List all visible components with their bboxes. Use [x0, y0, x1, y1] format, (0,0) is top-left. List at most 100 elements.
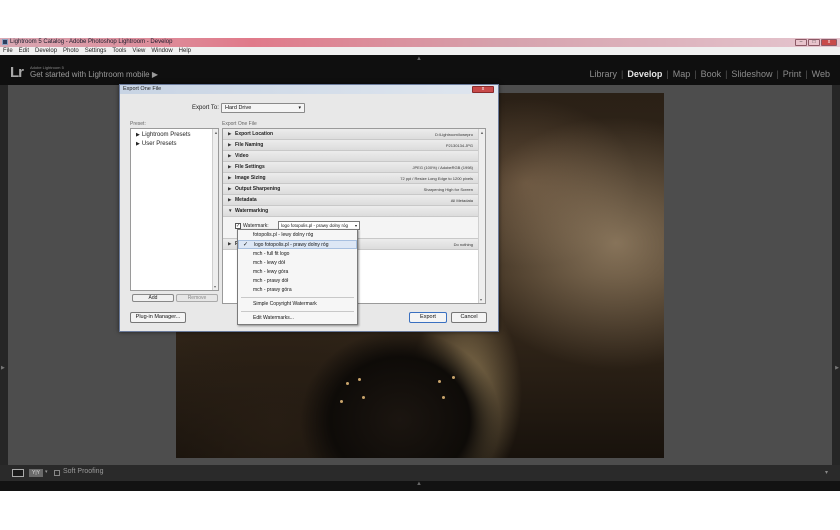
- window-title-bar: Lightroom 5 Catalog - Adobe Photoshop Li…: [0, 38, 840, 47]
- window-title: Lightroom 5 Catalog - Adobe Photoshop Li…: [10, 39, 173, 45]
- plugin-manager-button[interactable]: Plug-in Manager...: [130, 312, 186, 323]
- menu-edit[interactable]: Edit: [19, 47, 29, 55]
- section-name: Metadata: [235, 197, 257, 203]
- view-options-dropdown-icon[interactable]: ▾: [45, 469, 48, 475]
- maximize-button[interactable]: □: [808, 39, 820, 46]
- section-summary: 72 ppi / Resize Long Edge to 1200 pixels: [400, 176, 473, 181]
- section-file-naming[interactable]: ▶ File Naming P2130134.JPG: [223, 140, 479, 151]
- soft-proofing-checkbox[interactable]: [54, 470, 60, 476]
- before-after-view-button[interactable]: Y|Y: [29, 469, 43, 477]
- module-library[interactable]: Library: [585, 69, 621, 79]
- menu-item-logo-fotopolis-prawy-dolny[interactable]: ✓ logo fotopolis.pl - prawy dolny róg: [238, 240, 357, 249]
- module-develop[interactable]: Develop: [623, 69, 666, 79]
- expand-triangle-icon: ▶: [136, 141, 140, 147]
- section-image-sizing[interactable]: ▶ Image Sizing 72 ppi / Resize Long Edge…: [223, 173, 479, 184]
- photo-subject-jacket: [300, 330, 500, 458]
- scroll-up-icon[interactable]: ▲: [480, 130, 484, 135]
- section-export-location[interactable]: ▶ Export Location D:\Lightroom\lowepro: [223, 129, 479, 140]
- module-slideshow[interactable]: Slideshow: [727, 69, 776, 79]
- menu-item-mch-lewy-gora[interactable]: mch - lewy góra: [238, 268, 357, 277]
- preset-scrollbar[interactable]: ▲ ▾: [212, 129, 218, 290]
- collapse-triangle-icon: ▼: [228, 208, 233, 213]
- module-map[interactable]: Map: [669, 69, 695, 79]
- menu-view[interactable]: View: [132, 47, 145, 55]
- expand-triangle-icon: ▶: [228, 186, 232, 191]
- toolbar-menu-icon[interactable]: ▾: [825, 469, 828, 476]
- play-arrow-icon: ▶: [151, 70, 158, 79]
- menu-help[interactable]: Help: [179, 47, 191, 55]
- photo-bead: [452, 376, 455, 379]
- section-summary: D:\Lightroom\lowepro: [434, 132, 473, 137]
- identity-plate-panel: ▲ Lr Adobe Lightroom 5 Get started with …: [0, 55, 840, 85]
- filmstrip-collapsed[interactable]: ▲: [0, 481, 840, 491]
- expand-right-panel-icon[interactable]: ▶: [835, 365, 839, 371]
- expand-triangle-icon: ▶: [228, 241, 232, 246]
- dialog-title-bar: Export One File x: [120, 85, 498, 94]
- section-name: Watermarking: [235, 208, 269, 214]
- menu-develop[interactable]: Develop: [35, 47, 57, 55]
- menu-settings[interactable]: Settings: [85, 47, 107, 55]
- scroll-down-icon[interactable]: ▾: [214, 284, 216, 289]
- section-metadata[interactable]: ▶ Metadata All Metadata: [223, 195, 479, 206]
- close-window-button[interactable]: x: [821, 39, 837, 46]
- module-print[interactable]: Print: [779, 69, 806, 79]
- section-summary: Sharpening High for Screen: [423, 187, 473, 192]
- collapse-top-panel-icon[interactable]: ▲: [416, 56, 422, 62]
- photo-bead: [442, 396, 445, 399]
- export-to-value: Hard Drive: [225, 105, 252, 111]
- left-panel-collapsed[interactable]: ▶: [0, 85, 8, 465]
- scroll-down-icon[interactable]: ▾: [480, 297, 482, 302]
- expand-triangle-icon: ▶: [136, 132, 140, 138]
- add-preset-button[interactable]: Add: [132, 294, 174, 302]
- export-button[interactable]: Export: [409, 312, 447, 323]
- cancel-button[interactable]: Cancel: [451, 312, 487, 323]
- photo-bead: [346, 382, 349, 385]
- dialog-close-button[interactable]: x: [472, 86, 494, 93]
- export-to-select[interactable]: Hard Drive ▾: [221, 103, 305, 113]
- module-book[interactable]: Book: [697, 69, 726, 79]
- menu-item-mch-lewy-dol[interactable]: mch - lewy dół: [238, 259, 357, 268]
- expand-triangle-icon: ▶: [228, 142, 232, 147]
- menu-window[interactable]: Window: [151, 47, 172, 55]
- menu-item-mch-prawy-gora[interactable]: mch - prawy góra: [238, 286, 357, 295]
- menu-tools[interactable]: Tools: [112, 47, 126, 55]
- section-summary: All Metadata: [450, 198, 473, 203]
- section-summary: Do nothing: [453, 242, 473, 247]
- menu-photo[interactable]: Photo: [63, 47, 79, 55]
- menu-item-edit-watermarks[interactable]: Edit Watermarks...: [238, 314, 357, 323]
- expand-triangle-icon: ▶: [228, 131, 232, 136]
- section-video[interactable]: ▶ Video: [223, 151, 479, 162]
- section-summary: JPEG (100%) / AdobeRGB (1998): [412, 165, 473, 170]
- preset-lightroom-presets[interactable]: ▶ Lightroom Presets: [136, 132, 191, 138]
- export-to-label: Export To:: [192, 105, 219, 111]
- menu-file[interactable]: File: [3, 47, 13, 55]
- watermark-dropdown-menu: fotopolis.pl - lewy dolny róg ✓ logo fot…: [237, 229, 358, 325]
- section-output-sharpening[interactable]: ▶ Output Sharpening Sharpening High for …: [223, 184, 479, 195]
- expand-left-panel-icon[interactable]: ▶: [1, 365, 5, 371]
- menu-item-simple-copyright[interactable]: Simple Copyright Watermark: [238, 300, 357, 309]
- expand-triangle-icon: ▶: [228, 153, 232, 158]
- expand-triangle-icon: ▶: [228, 164, 232, 169]
- preset-user-presets[interactable]: ▶ User Presets: [136, 141, 177, 147]
- preset-list: ▶ Lightroom Presets ▶ User Presets ▲ ▾: [130, 128, 219, 291]
- photo-bead: [362, 396, 365, 399]
- section-file-settings[interactable]: ▶ File Settings JPEG (100%) / AdobeRGB (…: [223, 162, 479, 173]
- minimize-button[interactable]: –: [795, 39, 807, 46]
- menu-item-mch-full-fit-logo[interactable]: mch - full fit logo: [238, 250, 357, 259]
- scroll-up-icon[interactable]: ▲: [214, 130, 218, 135]
- module-web[interactable]: Web: [808, 69, 834, 79]
- remove-preset-button[interactable]: Remove: [176, 294, 218, 302]
- expand-filmstrip-icon[interactable]: ▲: [416, 481, 422, 487]
- lightroom-mobile-prompt[interactable]: Get started with Lightroom mobile ▶: [30, 70, 158, 79]
- menu-item-fotopolis-lewy-dolny[interactable]: fotopolis.pl - lewy dolny róg: [238, 231, 357, 240]
- section-watermarking[interactable]: ▼ Watermarking: [223, 206, 479, 217]
- photo-bead: [438, 380, 441, 383]
- right-panel-collapsed[interactable]: ▶: [832, 85, 840, 465]
- menu-item-mch-prawy-dol[interactable]: mch - prawy dół: [238, 277, 357, 286]
- screen: Lightroom 5 Catalog - Adobe Photoshop Li…: [0, 0, 840, 530]
- settings-scrollbar[interactable]: ▲ ▾: [478, 129, 485, 303]
- loupe-view-button[interactable]: [12, 469, 24, 477]
- section-name: File Settings: [235, 164, 265, 170]
- lightroom-app-icon: [2, 39, 8, 45]
- section-summary: P2130134.JPG: [445, 143, 473, 148]
